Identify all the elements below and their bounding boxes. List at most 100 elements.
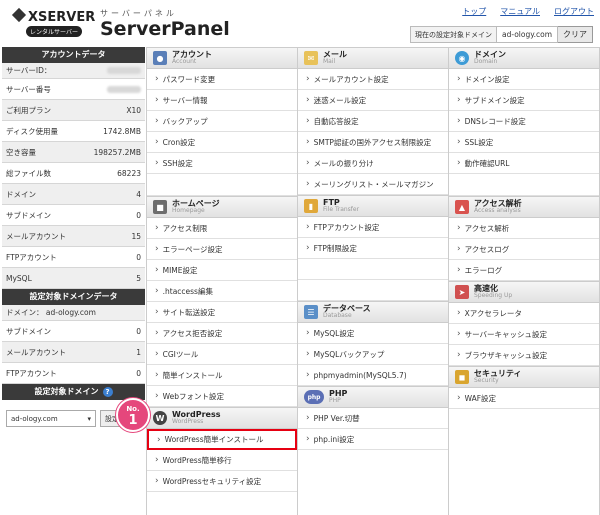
section-wordpress: W WordPress WordPress [147, 407, 297, 429]
menu-mail-account[interactable]: メールアカウント設定 [298, 69, 448, 90]
section-homepage: ■ ホームページ Homepage [147, 196, 297, 218]
menu-column-3: ◉ ドメインDomain ドメイン設定 サブドメイン設定 DNSレコード設定 S… [449, 47, 600, 515]
menu-mail-filter[interactable]: メールの振り分け [298, 153, 448, 174]
help-icon[interactable]: ? [102, 387, 113, 397]
manual-link[interactable]: マニュアル [500, 6, 540, 17]
section-ftp: ▮ FTP File Transfer [298, 195, 448, 217]
menu-smtp-restriction[interactable]: SMTP認証の国外アクセス制限設定 [298, 132, 448, 153]
side-row: サブドメイン 0 [2, 321, 145, 342]
menu-wordpress-security[interactable]: WordPressセキュリティ設定 [147, 471, 297, 492]
menu-spam[interactable]: 迷惑メール設定 [298, 90, 448, 111]
menu-backup[interactable]: バックアップ [147, 111, 297, 132]
menu-server-info[interactable]: サーバー情報 [147, 90, 297, 111]
server-id-label: サーバーID： [6, 66, 52, 75]
menu-browser-cache[interactable]: ブラウザキャッシュ設定 [449, 345, 599, 366]
top-link[interactable]: トップ [462, 6, 486, 17]
side-value: 0 [136, 252, 141, 262]
section-security: ◼ セキュリティ Security [449, 366, 599, 388]
user-icon: ● [153, 51, 167, 65]
menu-site-redirect[interactable]: サイト転送設定 [147, 302, 297, 323]
menu-access-analysis[interactable]: アクセス解析 [449, 218, 599, 239]
badge-number: 1 [128, 413, 138, 428]
section-speed: ➤ 高速化 Speeding Up [449, 281, 599, 303]
menu-domain-settings[interactable]: ドメイン設定 [449, 69, 599, 90]
side-row: サーバー番号 [2, 79, 145, 100]
menu-phpmyadmin[interactable]: phpmyadmin(MySQL5.7) [298, 365, 448, 386]
side-key: サーバー番号 [6, 84, 51, 94]
menu-php-version[interactable]: PHP Ver.切替 [298, 408, 448, 429]
server-panel-title: ServerPanel [100, 18, 230, 40]
section-subtitle: PHP [329, 397, 341, 405]
side-key: ドメイン [6, 189, 36, 199]
menu-x-accelerator[interactable]: Xアクセラレータ [449, 303, 599, 324]
side-row: FTPアカウント 0 [2, 363, 145, 384]
menu-waf[interactable]: WAF設定 [449, 388, 599, 409]
menu-access-restriction[interactable]: アクセス制限 [147, 218, 297, 239]
side-key: メールアカウント [6, 231, 66, 241]
menu-cgi-tools[interactable]: CGIツール [147, 344, 297, 365]
menu-access-log[interactable]: アクセスログ [449, 239, 599, 260]
side-value: 0 [136, 326, 141, 336]
menu-password-change[interactable]: パスワード変更 [147, 69, 297, 90]
menu-error-page[interactable]: エラーページ設定 [147, 239, 297, 260]
section-domain: ◉ ドメイン Domain [449, 47, 599, 69]
menu-column-2: ✉ メールMail メールアカウント設定 迷惑メール設定 自動応答設定 SMTP… [298, 47, 449, 515]
side-key: サブドメイン [6, 210, 51, 220]
current-domain-label: 現在の設定対象ドメイン [410, 26, 497, 43]
menu-web-font[interactable]: Webフォント設定 [147, 386, 297, 407]
clear-button[interactable]: クリア [558, 26, 593, 43]
side-row: FTPアカウント 0 [2, 247, 145, 268]
section-database: ☰ データベース Database [298, 301, 448, 323]
side-row: ドメイン 4 [2, 184, 145, 205]
top-links: トップ マニュアル ログアウト [462, 6, 594, 17]
wordpress-icon: W [153, 411, 167, 425]
side-key: 空き容量 [6, 147, 36, 157]
mail-icon: ✉ [304, 51, 318, 65]
menu-php-ini[interactable]: php.ini設定 [298, 429, 448, 450]
menu-subdomain[interactable]: サブドメイン設定 [449, 90, 599, 111]
side-key: 総ファイル数 [6, 168, 51, 178]
menu-ssl[interactable]: SSL設定 [449, 132, 599, 153]
menu-access-deny[interactable]: アクセス拒否設定 [147, 323, 297, 344]
section-subtitle: Homepage [172, 207, 205, 215]
side-value: 0 [136, 368, 141, 378]
side-key: FTPアカウント [6, 368, 57, 378]
section-subtitle: Speeding Up [474, 292, 513, 300]
side-row: メールアカウント 15 [2, 226, 145, 247]
step-number-badge: No. 1 [116, 398, 150, 432]
menu-mysql-backup[interactable]: MySQLバックアップ [298, 344, 448, 365]
target-domain-heading: 設定対象ドメイン? [2, 384, 145, 400]
menu-cron[interactable]: Cron設定 [147, 132, 297, 153]
menu-easy-install[interactable]: 簡単インストール [147, 365, 297, 386]
menu-mailing-list[interactable]: メーリングリスト・メールマガジン [298, 174, 448, 195]
menu-wordpress-easy-install[interactable]: WordPress簡単インストール [147, 429, 297, 450]
menu-htaccess[interactable]: .htaccess編集 [147, 281, 297, 302]
xserver-logo[interactable]: XSERVER [11, 7, 96, 25]
current-domain-bar: 現在の設定対象ドメイン ad-ology.com クリア [410, 26, 593, 43]
side-key: メールアカウント [6, 347, 66, 357]
side-value: 1742.8MB [103, 126, 141, 136]
section-subtitle: Access analysis [474, 207, 521, 215]
side-row: ご利用プラン X10 [2, 100, 145, 121]
menu-check-url[interactable]: 動作確認URL [449, 153, 599, 174]
menu-column-1: ● アカウントAccount パスワード変更 サーバー情報 バックアップ Cro… [147, 47, 298, 515]
side-key: サブドメイン [6, 326, 51, 336]
menu-ssh[interactable]: SSH設定 [147, 153, 297, 174]
domain-select[interactable]: ad-ology.com ▾ [6, 410, 96, 427]
side-value: 4 [136, 189, 141, 199]
menu-mysql[interactable]: MySQL設定 [298, 323, 448, 344]
homepage-icon: ■ [153, 200, 167, 214]
menu-error-log[interactable]: エラーログ [449, 260, 599, 281]
menu-auto-reply[interactable]: 自動応答設定 [298, 111, 448, 132]
menu-wordpress-easy-migration[interactable]: WordPress簡単移行 [147, 450, 297, 471]
menu-ftp-restriction[interactable]: FTP制限設定 [298, 238, 448, 259]
menu-server-cache[interactable]: サーバーキャッシュ設定 [449, 324, 599, 345]
side-row: ディスク使用量 1742.8MB [2, 121, 145, 142]
brand-name: XSERVER [28, 10, 96, 25]
folder-icon: ▮ [304, 199, 318, 213]
side-key: MySQL [6, 273, 32, 283]
logout-link[interactable]: ログアウト [554, 6, 594, 17]
menu-dns-record[interactable]: DNSレコード設定 [449, 111, 599, 132]
menu-ftp-account[interactable]: FTPアカウント設定 [298, 217, 448, 238]
menu-mime[interactable]: MIME設定 [147, 260, 297, 281]
